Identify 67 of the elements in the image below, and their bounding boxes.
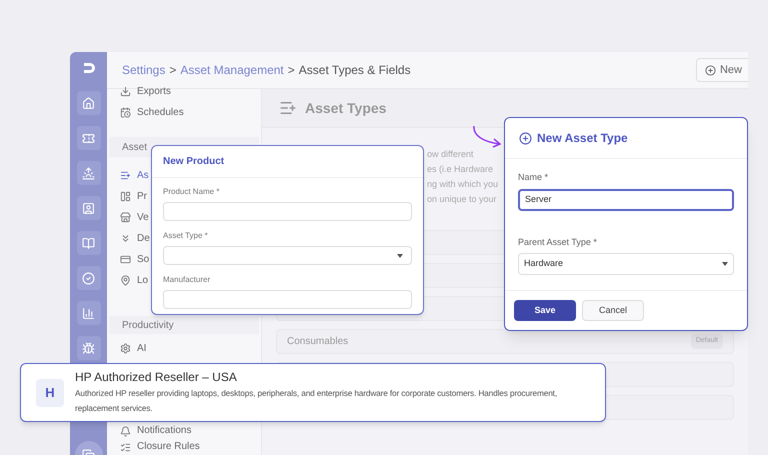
field-label: Product Name * — [163, 186, 220, 198]
vendor-title: HP Authorized Reseller – USA — [75, 369, 237, 386]
breadcrumb-current: Asset Types & Fields — [298, 62, 411, 79]
sidebar-item[interactable]: AI — [137, 342, 146, 354]
vendor-description: Authorized HP reseller providing laptops, desktops, peripherals, and enterprise hardware for corporate customers. Handles procurement, — [75, 387, 557, 400]
breadcrumb-link[interactable]: Asset Management — [180, 61, 284, 79]
chart-icon[interactable] — [76, 301, 100, 325]
dropdown-caret-icon — [722, 262, 728, 266]
save-button[interactable]: Save — [514, 300, 576, 321]
sidebar-section-title: Asset — [122, 140, 148, 154]
bug-icon[interactable] — [76, 336, 100, 360]
bell-icon — [120, 426, 131, 436]
sidebar-section-title: Productivity — [122, 318, 174, 332]
curved-arrow — [470, 124, 504, 148]
description-text: ng with which you — [427, 178, 498, 191]
field-label: Name * — [518, 171, 548, 184]
card-icon — [120, 254, 131, 265]
dialog-title: New Asset Type — [537, 130, 628, 147]
sunrise-icon[interactable] — [76, 161, 100, 185]
description-text: es (i.e Hardware — [427, 163, 494, 176]
vendor-description: replacement services. — [75, 402, 153, 415]
checklist-icon — [120, 442, 131, 452]
ticket-icon[interactable] — [76, 126, 100, 150]
input-field[interactable] — [163, 202, 412, 221]
dropdown-caret-icon — [397, 254, 403, 258]
vendor-avatar: H — [36, 378, 64, 406]
new-button[interactable]: New — [696, 58, 748, 82]
field-label: Asset Type * — [163, 230, 208, 242]
sidebar-item[interactable]: As — [137, 170, 149, 182]
sidebar-item[interactable]: Notifications — [137, 425, 192, 437]
sidebar-item[interactable]: Lo — [137, 274, 148, 286]
store-icon — [120, 212, 131, 223]
select-field[interactable]: Hardware — [518, 253, 734, 275]
book-icon[interactable] — [76, 231, 100, 255]
select-field[interactable] — [163, 246, 412, 265]
sidebar-item[interactable]: Closure Rules — [137, 441, 200, 453]
breadcrumb-link[interactable]: Settings — [122, 61, 166, 79]
sidebar-item[interactable]: Exports — [137, 86, 171, 98]
download-icon — [120, 86, 131, 97]
add-icon — [519, 132, 532, 144]
map-pin-icon — [120, 275, 131, 286]
contact-icon[interactable] — [76, 196, 100, 220]
sidebar-item[interactable]: De — [137, 232, 150, 244]
breadcrumb-separator: > — [169, 62, 176, 79]
description-text: ow different — [427, 148, 474, 161]
sidebar-item[interactable]: Pr — [137, 190, 147, 202]
input-field[interactable] — [163, 290, 412, 309]
sidebar-item[interactable]: Schedules — [137, 106, 184, 118]
list-plus-icon — [120, 170, 131, 181]
calendar-icon — [120, 107, 131, 118]
breadcrumb-separator: > — [288, 62, 295, 79]
input-field[interactable]: Server — [518, 188, 734, 210]
sidebar-item[interactable]: Ve — [137, 212, 149, 224]
add-icon — [704, 64, 716, 76]
row-label: Consumables — [287, 335, 348, 349]
field-label: Parent Asset Type * — [518, 236, 597, 249]
layout-icon — [120, 191, 131, 202]
cancel-button[interactable]: Cancel — [582, 300, 644, 321]
chevrons-down-icon — [120, 233, 131, 244]
home-icon[interactable] — [76, 91, 100, 115]
field-label: Manufacturer — [163, 274, 210, 286]
dialog-title: New Product — [163, 155, 224, 169]
sidebar-item[interactable]: So — [137, 254, 150, 266]
page-title: Asset Types — [305, 98, 386, 118]
description-text: on unique to your — [427, 193, 497, 206]
asset-types-icon — [279, 99, 297, 117]
gear-icon — [120, 343, 131, 354]
